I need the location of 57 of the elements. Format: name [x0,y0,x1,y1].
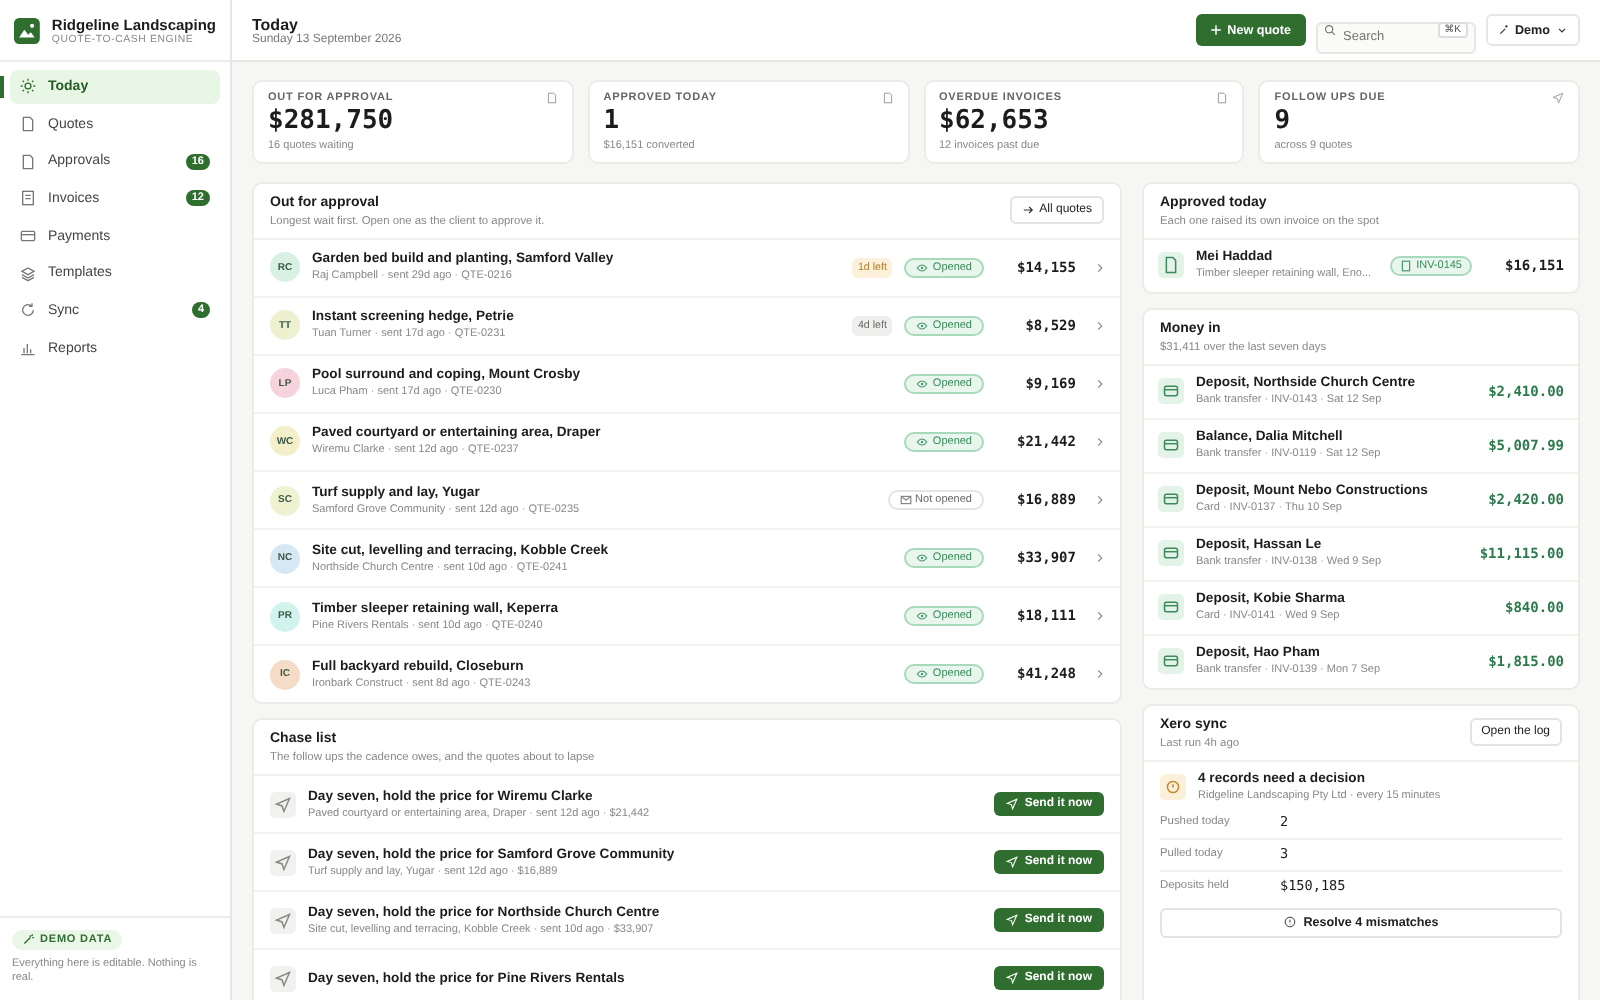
receipt-icon [1400,259,1413,272]
eye-icon [916,261,929,274]
card-icon [1158,432,1184,459]
refresh-icon [20,302,36,319]
warning-icon [1160,773,1186,800]
wand-icon [22,933,34,946]
stat-value: $281,750 [268,106,396,138]
send-icon [270,907,296,934]
stat-value: 9 [1274,106,1293,138]
stat-value: 1 [603,106,622,138]
chevron-right-icon [1096,319,1104,332]
logo-icon [14,15,40,45]
eye-icon [916,319,929,332]
chevron-right-icon [1096,494,1104,507]
eye-icon [916,377,929,390]
chevron-down-icon [1556,24,1568,36]
chevron-right-icon [1096,377,1104,390]
stat-value: $62,653 [939,106,1051,138]
card-icon [20,228,36,245]
document-icon [20,153,36,170]
search-icon [1323,24,1335,36]
send-icon [1006,914,1019,927]
card-icon [1158,540,1184,567]
alert-circle-icon [1283,916,1296,929]
chevron-right-icon [1096,610,1104,623]
document-icon [20,116,36,133]
receipt-icon [20,190,36,207]
card-icon [1158,594,1184,621]
eye-icon [916,610,929,623]
card-icon [1158,486,1184,513]
send-icon [270,965,296,992]
send-icon [270,791,296,818]
eye-icon [916,552,929,565]
send-icon [1006,798,1019,811]
send-icon [270,849,296,876]
card-icon [1158,648,1184,675]
sun-icon [20,78,36,95]
card-icon [1158,378,1184,405]
bar-chart-icon [20,340,36,357]
arrow-right-icon [1021,203,1034,216]
send-icon [1006,972,1019,985]
chevron-right-icon [1096,552,1104,565]
document-icon [1158,252,1184,279]
document-icon [881,92,893,104]
document-icon [545,92,558,104]
document-icon [1216,92,1229,104]
chevron-right-icon [1096,435,1104,448]
send-icon [1006,856,1019,869]
chevron-right-icon [1096,668,1104,681]
send-icon [1552,92,1564,104]
page-title: Today [252,15,298,33]
envelope-icon [899,494,912,507]
eye-icon [916,435,929,448]
chevron-right-icon [1096,261,1104,274]
eye-icon [916,668,929,681]
plus-icon [1209,24,1222,36]
layers-icon [20,265,36,282]
